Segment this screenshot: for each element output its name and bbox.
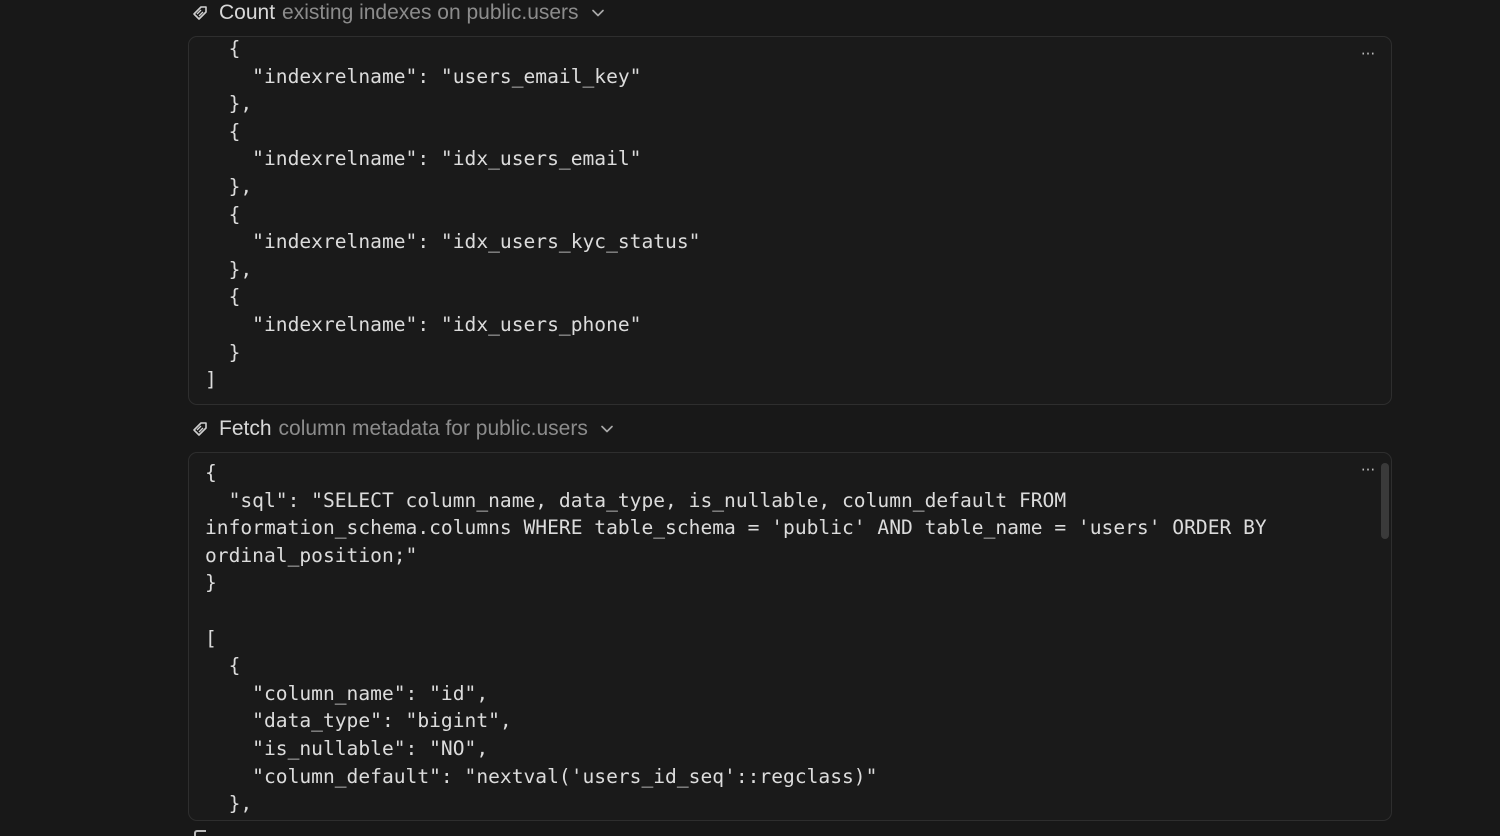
tool-call-verb: Fetch: [219, 417, 272, 440]
more-options-button[interactable]: ···: [1359, 463, 1377, 478]
tool-output-code: { "indexrelname": "users_email_key" }, {…: [205, 37, 701, 392]
chevron-down-icon[interactable]: [599, 421, 615, 437]
next-tool-icon-partial: [194, 830, 206, 836]
tool-output-panel-count: { "indexrelname": "users_email_key" }, {…: [188, 36, 1392, 405]
pencil-tag-icon: [190, 419, 210, 439]
scrollbar-thumb[interactable]: [1381, 463, 1389, 539]
tool-output-panel-fetch: { "sql": "SELECT column_name, data_type,…: [188, 452, 1392, 821]
tool-call-header-count[interactable]: Count existing indexes on public.users: [190, 0, 606, 26]
tool-output-code: { "sql": "SELECT column_name, data_type,…: [205, 461, 1267, 816]
tool-call-header-fetch[interactable]: Fetch column metadata for public.users: [190, 416, 615, 442]
tool-call-verb: Count: [219, 1, 276, 24]
tool-call-description: column metadata for public.users: [278, 417, 588, 440]
chevron-down-icon[interactable]: [590, 5, 606, 21]
pencil-tag-icon: [190, 3, 210, 23]
more-options-button[interactable]: ···: [1359, 47, 1377, 62]
tool-call-description: existing indexes on public.users: [282, 1, 579, 24]
